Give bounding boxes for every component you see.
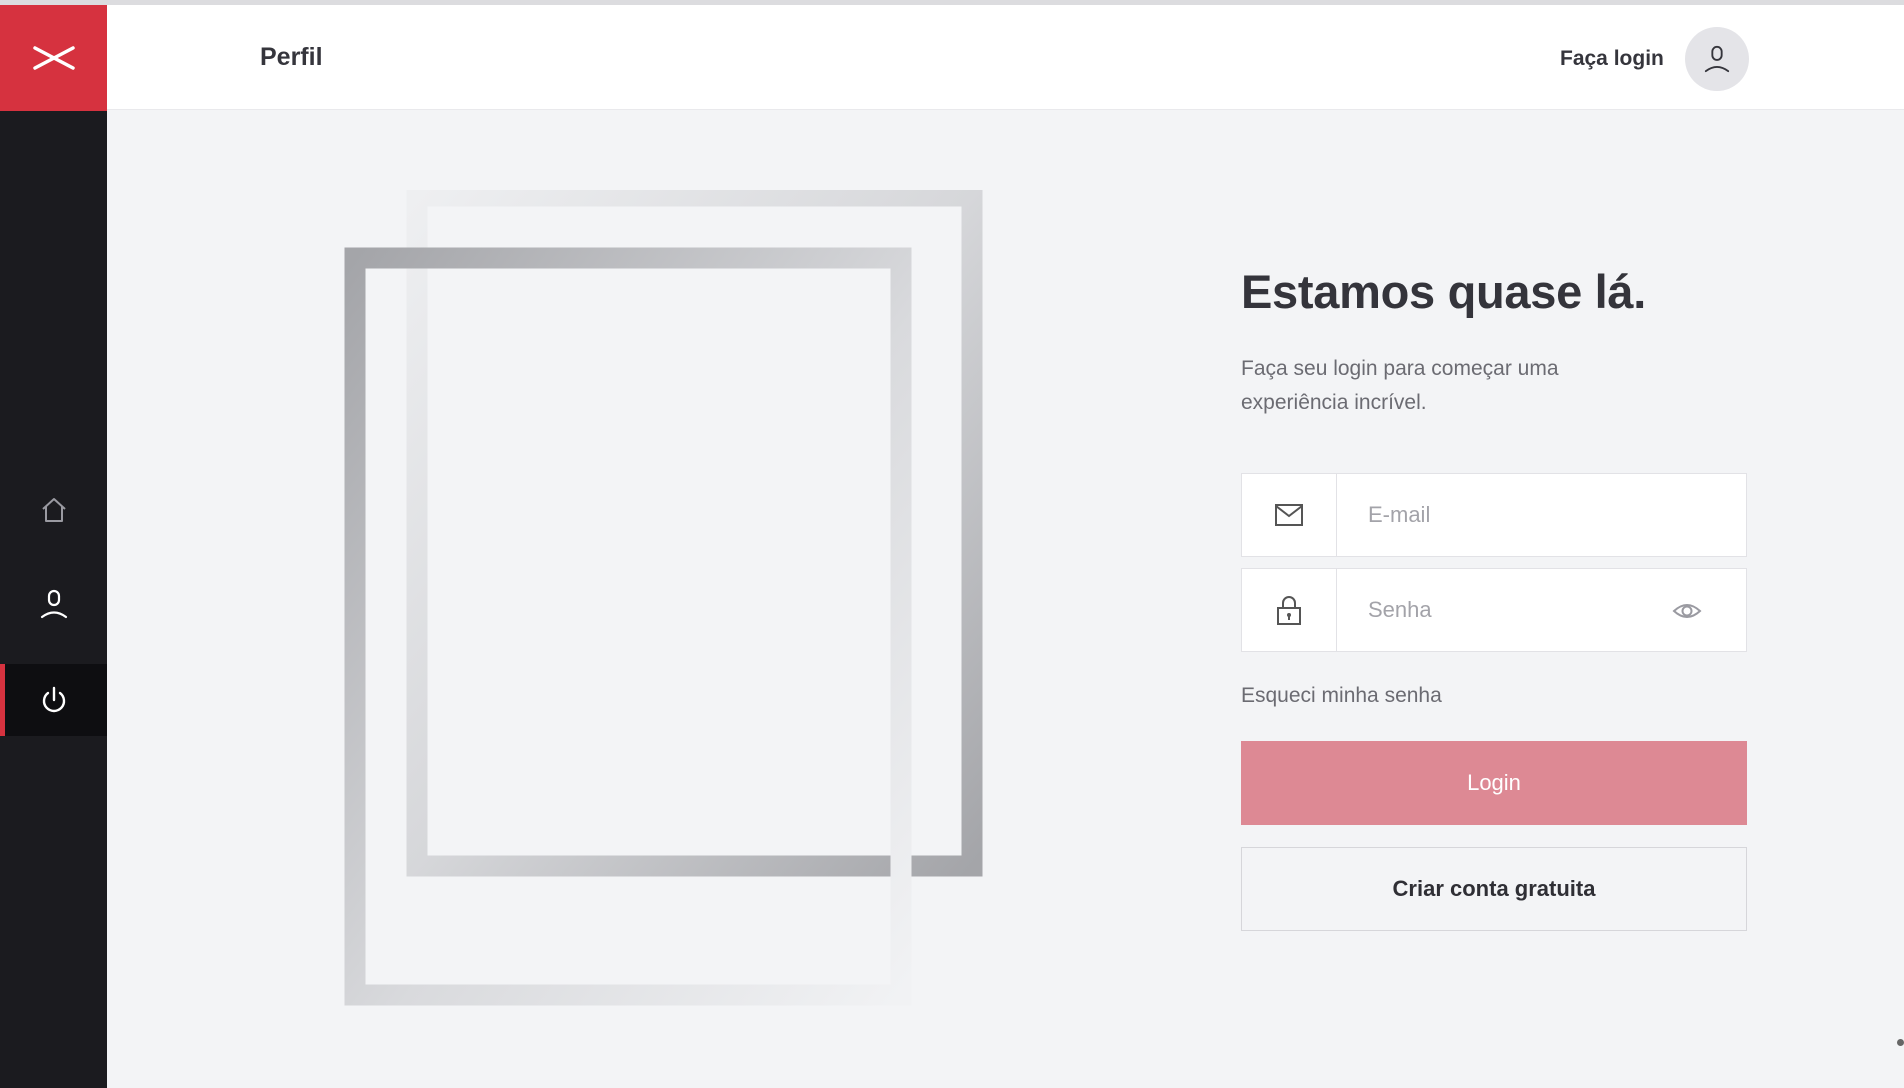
forgot-password-link[interactable]: Esqueci minha senha [1241, 684, 1442, 708]
scrollbar-indicator[interactable] [1897, 1039, 1904, 1046]
logo[interactable] [0, 5, 107, 111]
eye-icon[interactable] [1672, 597, 1702, 625]
sidebar-item-logout[interactable] [0, 664, 107, 736]
mail-icon [1275, 504, 1303, 526]
avatar[interactable] [1685, 27, 1749, 91]
power-icon [42, 686, 65, 713]
login-heading: Estamos quase lá. [1241, 265, 1647, 318]
login-subtext: Faça seu login para começar uma experiên… [1241, 357, 1559, 414]
header: Perfil Faça login [107, 5, 1904, 110]
page-title: Perfil [260, 43, 323, 71]
login-link[interactable]: Faça login [1560, 47, 1664, 71]
password-icon-box [1242, 569, 1337, 651]
password-field [1241, 568, 1747, 652]
frames-illustration [344, 190, 983, 1006]
email-field [1241, 473, 1747, 557]
password-input[interactable] [1337, 569, 1667, 651]
email-input[interactable] [1337, 474, 1667, 556]
sidebar [0, 5, 107, 1088]
create-account-button[interactable]: Criar conta gratuita [1241, 847, 1747, 931]
login-button[interactable]: Login [1241, 741, 1747, 825]
email-icon-box [1242, 474, 1337, 556]
scissors-logo-icon [32, 46, 75, 70]
front-frame [344, 247, 912, 1006]
lock-icon [1277, 596, 1301, 625]
user-icon [1704, 45, 1730, 73]
user-icon [40, 589, 67, 619]
home-icon [41, 498, 66, 522]
sidebar-item-home[interactable] [0, 474, 107, 546]
sidebar-item-profile[interactable] [0, 568, 107, 640]
back-frame [406, 190, 983, 877]
